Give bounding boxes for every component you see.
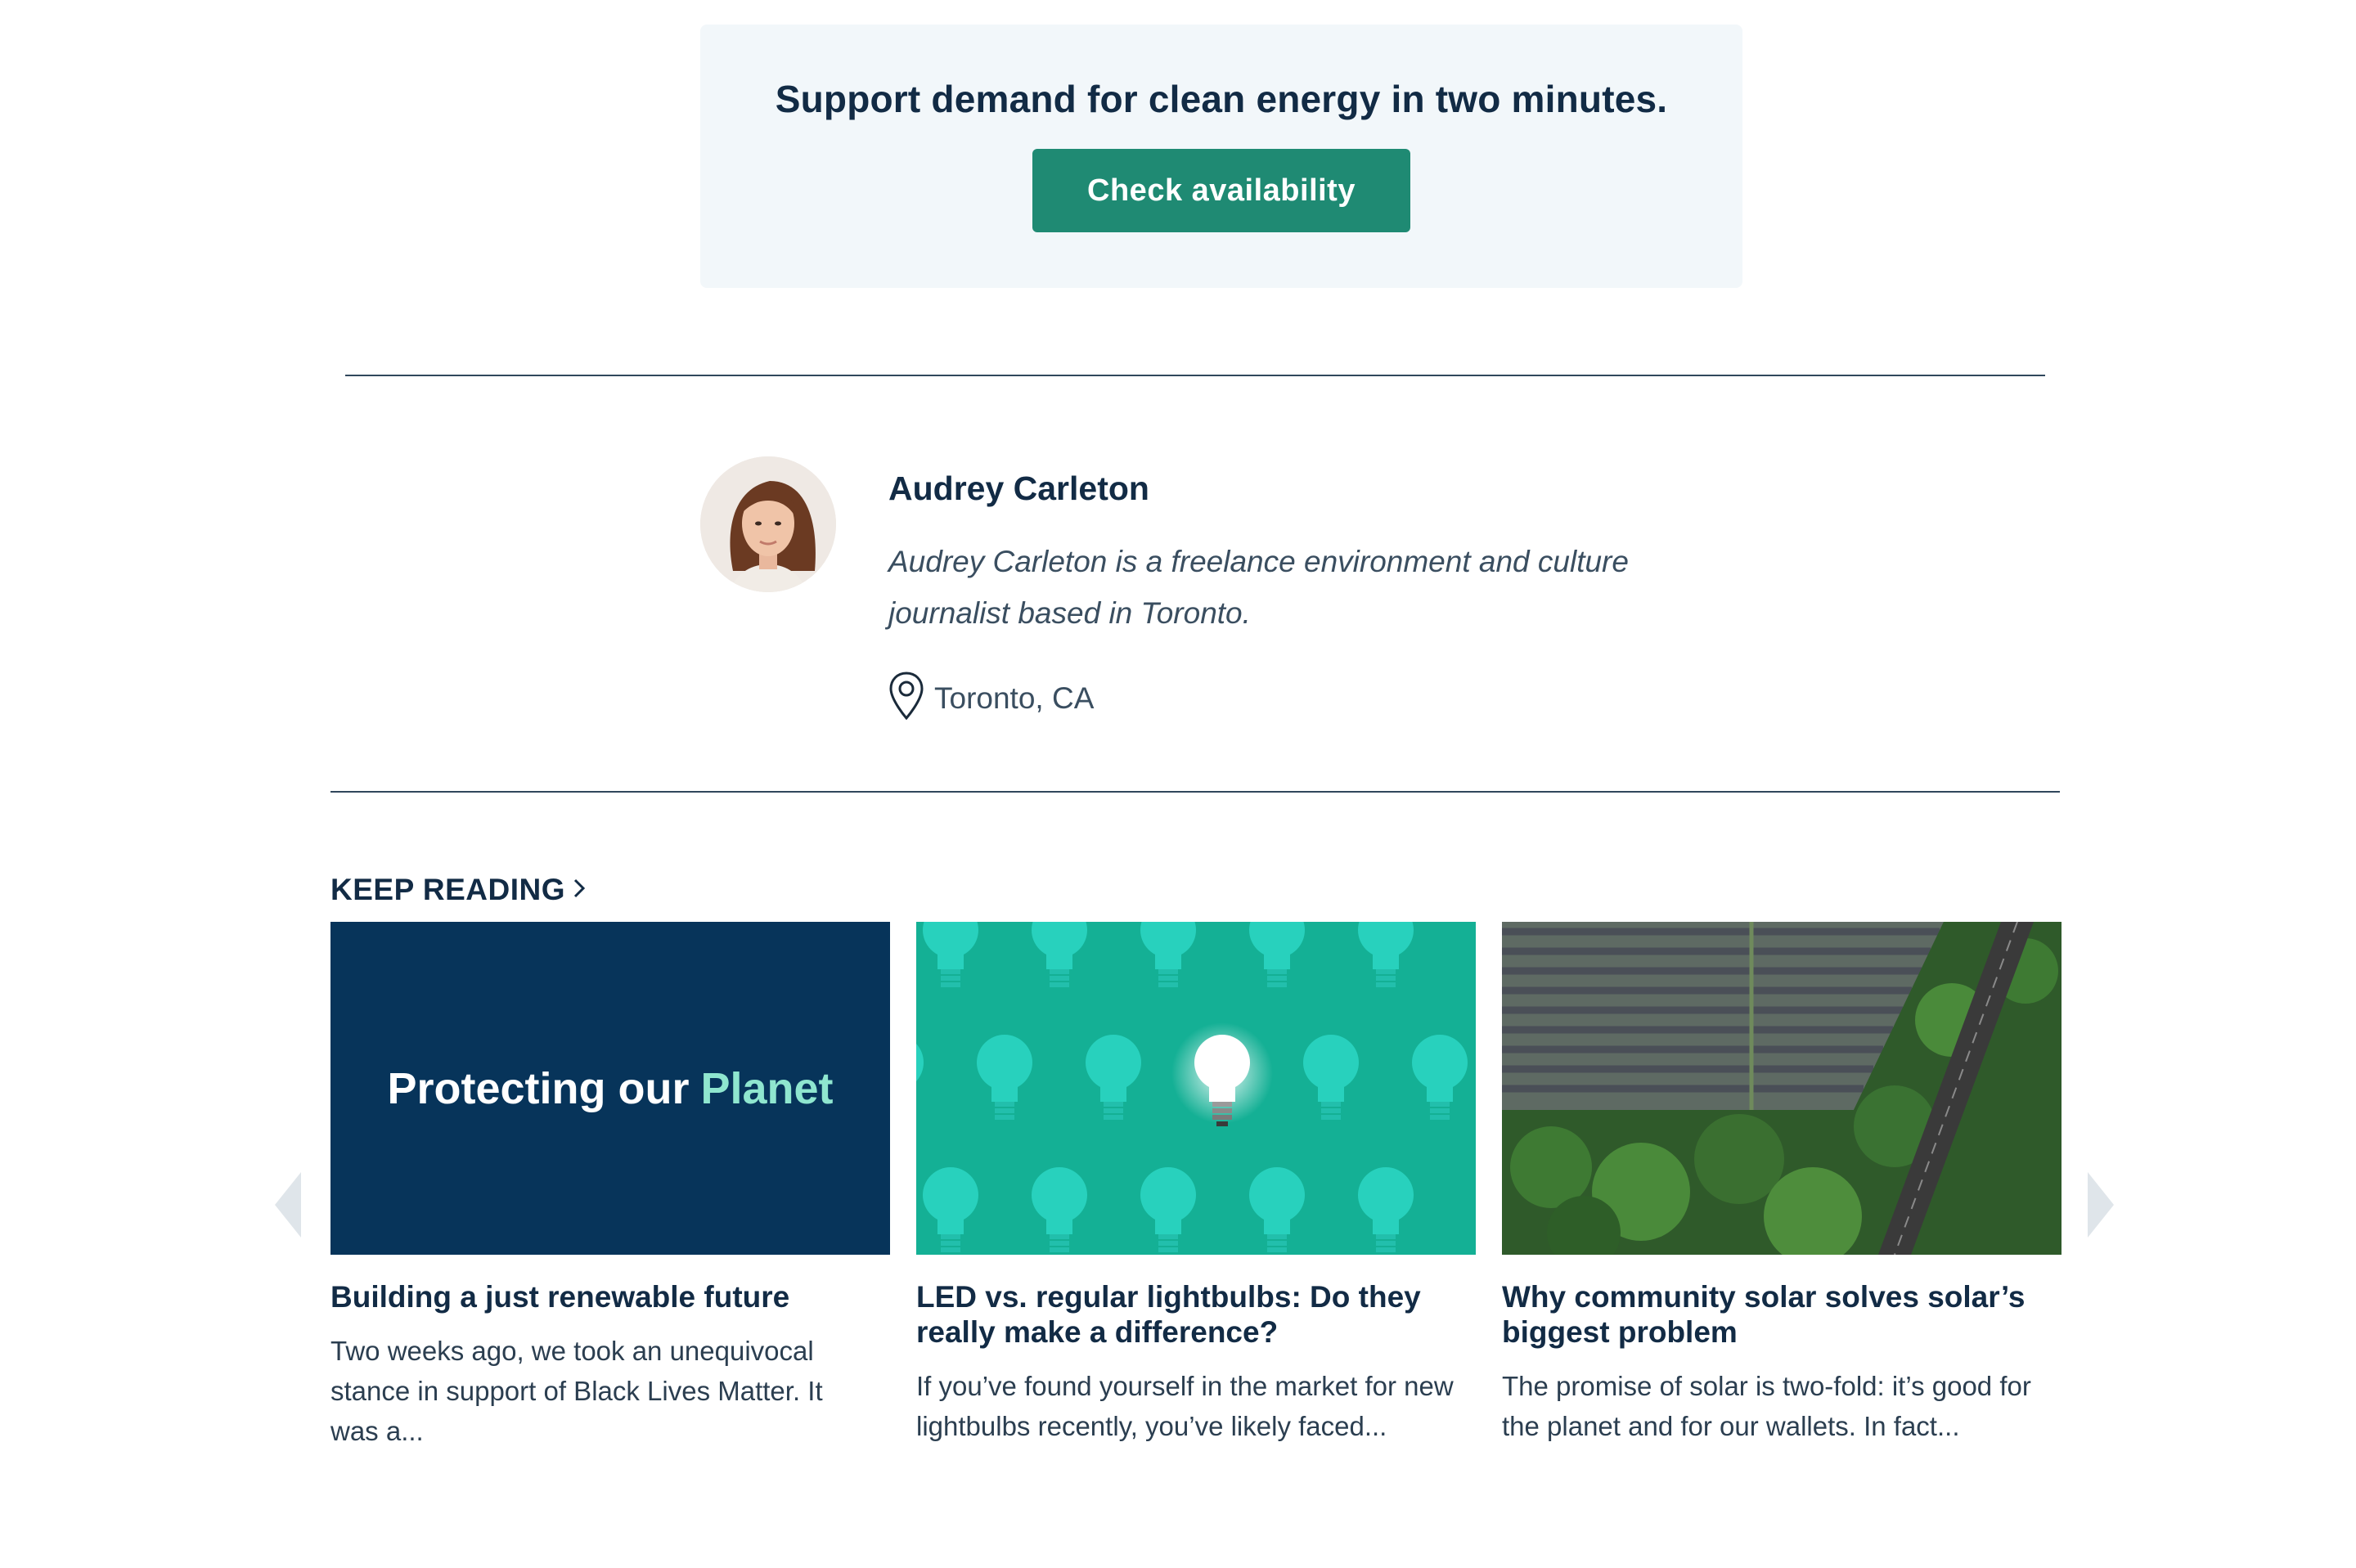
location-text: Toronto, CA <box>934 681 1095 715</box>
page: Support demand for clean energy in two m… <box>0 0 2356 1568</box>
card-image[interactable] <box>916 922 1476 1255</box>
article-card[interactable]: LED vs. regular lightbulbs: Do they real… <box>916 922 1476 1446</box>
cta-box: Support demand for clean energy in two m… <box>700 25 1742 288</box>
card-title[interactable]: Why community solar solves solar’s bigge… <box>1502 1279 2042 1350</box>
card-title[interactable]: Building a just renewable future <box>330 1279 870 1314</box>
chevron-right-icon <box>565 873 587 907</box>
divider <box>345 375 2045 376</box>
card-image[interactable] <box>1502 922 2062 1255</box>
author-bio: Audrey Carleton is a freelance environme… <box>888 545 1629 630</box>
author-name: Audrey Carleton <box>888 470 1149 507</box>
card-excerpt: The promise of solar is two-fold: it’s g… <box>1502 1371 2031 1441</box>
keep-reading-link[interactable]: KEEP READING <box>330 873 587 907</box>
author-avatar <box>700 456 836 592</box>
card-title[interactable]: LED vs. regular lightbulbs: Do they real… <box>916 1279 1456 1350</box>
article-card[interactable]: Protecting our Planet Building a just re… <box>330 922 890 1451</box>
author-location: Toronto, CA <box>888 671 1094 726</box>
cta-text: Support demand for clean energy in two m… <box>775 78 1668 120</box>
keep-reading-label: KEEP READING <box>330 873 565 906</box>
card-image-text: Protecting our <box>387 1063 690 1113</box>
card-image-accent-text: Planet <box>700 1063 834 1113</box>
article-card[interactable]: Why community solar solves solar’s bigge… <box>1502 922 2062 1446</box>
carousel-right-arrow-icon[interactable] <box>2084 1172 2117 1238</box>
divider <box>330 791 2060 793</box>
card-excerpt: If you’ve found yourself in the market f… <box>916 1371 1454 1441</box>
check-availability-button[interactable]: Check availability <box>1032 149 1410 232</box>
card-excerpt: Two weeks ago, we took an unequivocal st… <box>330 1336 823 1446</box>
carousel-left-arrow-icon[interactable] <box>272 1172 304 1238</box>
location-pin-icon <box>888 671 924 726</box>
card-image[interactable]: Protecting our Planet <box>330 922 890 1255</box>
